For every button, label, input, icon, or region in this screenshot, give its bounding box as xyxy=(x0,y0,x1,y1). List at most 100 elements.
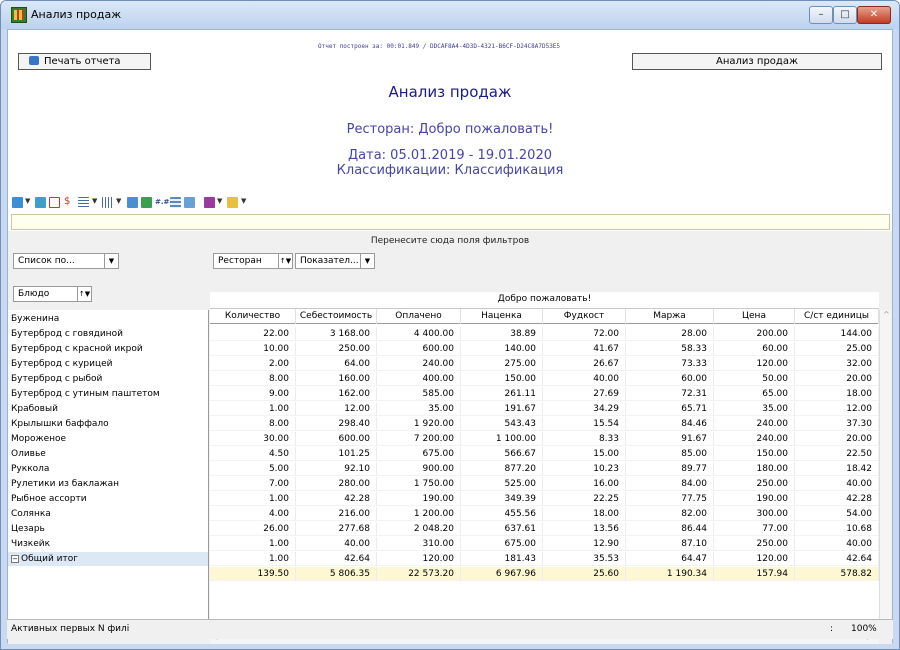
table-cell[interactable]: 8.33 xyxy=(543,432,626,446)
table-cell[interactable]: 900.00 xyxy=(377,462,461,476)
table-cell[interactable]: 65.00 xyxy=(714,387,795,401)
table-cell[interactable]: 160.00 xyxy=(296,372,377,386)
grand-total-row-label[interactable]: − Общий итог xyxy=(8,552,208,566)
table-cell[interactable]: 1.00 xyxy=(210,537,296,551)
table-cell[interactable]: 275.00 xyxy=(461,357,543,371)
export-icon[interactable] xyxy=(35,197,46,208)
table-cell[interactable]: 1.00 xyxy=(210,492,296,506)
table-cell[interactable]: 15.54 xyxy=(543,417,626,431)
close-button[interactable]: ✕ xyxy=(857,6,891,24)
columns-icon[interactable] xyxy=(102,197,113,208)
chart-icon[interactable] xyxy=(141,197,152,208)
table-cell[interactable]: 101.25 xyxy=(296,447,377,461)
column-header-margin[interactable]: Маржа xyxy=(626,309,714,324)
table-cell[interactable]: 84.46 xyxy=(626,417,714,431)
table-cell[interactable]: 58.33 xyxy=(626,342,714,356)
table-cell[interactable]: 4.00 xyxy=(210,507,296,521)
table-cell[interactable]: 240.00 xyxy=(714,432,795,446)
row-label[interactable]: Чизкейк xyxy=(8,537,208,551)
table-cell[interactable]: 35.00 xyxy=(377,402,461,416)
table-cell[interactable]: 280.00 xyxy=(296,477,377,491)
table-cell[interactable]: 35.00 xyxy=(714,402,795,416)
table-cell[interactable]: 1 750.00 xyxy=(377,477,461,491)
total-cell[interactable]: 5 806.35 xyxy=(296,567,377,581)
print-report-button[interactable]: Печать отчета xyxy=(18,53,151,70)
table-cell[interactable]: 525.00 xyxy=(461,477,543,491)
table-cell[interactable]: 8.00 xyxy=(210,417,296,431)
sort-icon[interactable]: ↑▼ xyxy=(278,254,292,268)
total-cell[interactable]: 25.60 xyxy=(543,567,626,581)
table-cell[interactable]: 190.00 xyxy=(714,492,795,506)
table-cell[interactable]: 86.44 xyxy=(626,522,714,536)
table-cell[interactable]: 600.00 xyxy=(377,342,461,356)
dropdown-icon[interactable]: ▼ xyxy=(104,254,118,268)
table-cell[interactable]: 300.00 xyxy=(714,507,795,521)
table-cell[interactable]: 585.00 xyxy=(377,387,461,401)
table-cell[interactable]: 40.00 xyxy=(795,477,879,491)
total-cell[interactable]: 6 967.96 xyxy=(461,567,543,581)
table-cell[interactable]: 3 168.00 xyxy=(296,327,377,341)
table-cell[interactable]: 42.28 xyxy=(795,492,879,506)
row-label[interactable]: Солянка xyxy=(8,507,208,521)
table-cell[interactable]: 42.64 xyxy=(296,552,377,566)
table-cell[interactable]: 34.29 xyxy=(543,402,626,416)
table-cell[interactable]: 20.00 xyxy=(795,372,879,386)
chevron-down-icon[interactable]: ▼ xyxy=(217,197,222,205)
table-cell[interactable]: 250.00 xyxy=(714,537,795,551)
table-cell[interactable]: 12.00 xyxy=(795,402,879,416)
table-cell[interactable]: 82.00 xyxy=(626,507,714,521)
table-cell[interactable]: 89.77 xyxy=(626,462,714,476)
table-icon[interactable] xyxy=(170,197,181,208)
table-cell[interactable]: 13.56 xyxy=(543,522,626,536)
table-cell[interactable]: 10.00 xyxy=(210,342,296,356)
scroll-up-icon[interactable]: ^ xyxy=(883,310,890,319)
total-cell[interactable]: 22 573.20 xyxy=(377,567,461,581)
table-cell[interactable]: 675.00 xyxy=(461,537,543,551)
table-cell[interactable]: 50.00 xyxy=(714,372,795,386)
table-cell[interactable]: 180.00 xyxy=(714,462,795,476)
calendar-icon[interactable] xyxy=(184,197,195,208)
table-cell[interactable]: 120.00 xyxy=(714,357,795,371)
table-cell[interactable]: 37.30 xyxy=(795,417,879,431)
table-cell[interactable]: 2 048.20 xyxy=(377,522,461,536)
table-cell[interactable]: 240.00 xyxy=(377,357,461,371)
table-cell[interactable]: 54.00 xyxy=(795,507,879,521)
table-cell[interactable]: 5.00 xyxy=(210,462,296,476)
table-cell[interactable]: 64.00 xyxy=(296,357,377,371)
layout-icon[interactable] xyxy=(12,197,23,208)
row-label[interactable]: Крылышки баффало xyxy=(8,417,208,431)
table-cell[interactable]: 87.10 xyxy=(626,537,714,551)
table-cell[interactable]: 637.61 xyxy=(461,522,543,536)
table-cell[interactable]: 73.33 xyxy=(626,357,714,371)
table-cell[interactable]: 12.00 xyxy=(296,402,377,416)
indicator-field-chip[interactable]: Показател... ▼ xyxy=(295,253,375,269)
table-cell[interactable]: 600.00 xyxy=(296,432,377,446)
table-cell[interactable]: 22.25 xyxy=(543,492,626,506)
table-cell[interactable]: 1 920.00 xyxy=(377,417,461,431)
table-cell[interactable]: 32.00 xyxy=(795,357,879,371)
row-label[interactable]: Бутерброд с рыбой xyxy=(8,372,208,386)
table-cell[interactable]: 64.47 xyxy=(626,552,714,566)
table-cell[interactable]: 162.00 xyxy=(296,387,377,401)
table-cell[interactable]: 26.67 xyxy=(543,357,626,371)
zoom-level[interactable]: 100% xyxy=(851,624,877,634)
table-cell[interactable]: 1 100.00 xyxy=(461,432,543,446)
save-icon[interactable] xyxy=(204,197,215,208)
row-label[interactable]: Буженина xyxy=(8,312,208,326)
column-header-unit-cost[interactable]: С/ст единицы xyxy=(795,309,879,324)
table-cell[interactable]: 27.69 xyxy=(543,387,626,401)
collapse-icon[interactable]: − xyxy=(11,555,19,563)
table-cell[interactable]: 20.00 xyxy=(795,432,879,446)
table-cell[interactable]: 10.68 xyxy=(795,522,879,536)
fields-icon[interactable] xyxy=(49,197,60,208)
table-cell[interactable]: 41.67 xyxy=(543,342,626,356)
filter-input[interactable] xyxy=(11,214,890,230)
table-cell[interactable]: 12.90 xyxy=(543,537,626,551)
column-header-price[interactable]: Цена xyxy=(714,309,795,324)
table-cell[interactable]: 65.71 xyxy=(626,402,714,416)
table-cell[interactable]: 35.53 xyxy=(543,552,626,566)
dollar-icon[interactable]: $ xyxy=(64,197,75,208)
table-cell[interactable]: 26.00 xyxy=(210,522,296,536)
table-cell[interactable]: 400.00 xyxy=(377,372,461,386)
row-label[interactable]: Крабовый xyxy=(8,402,208,416)
